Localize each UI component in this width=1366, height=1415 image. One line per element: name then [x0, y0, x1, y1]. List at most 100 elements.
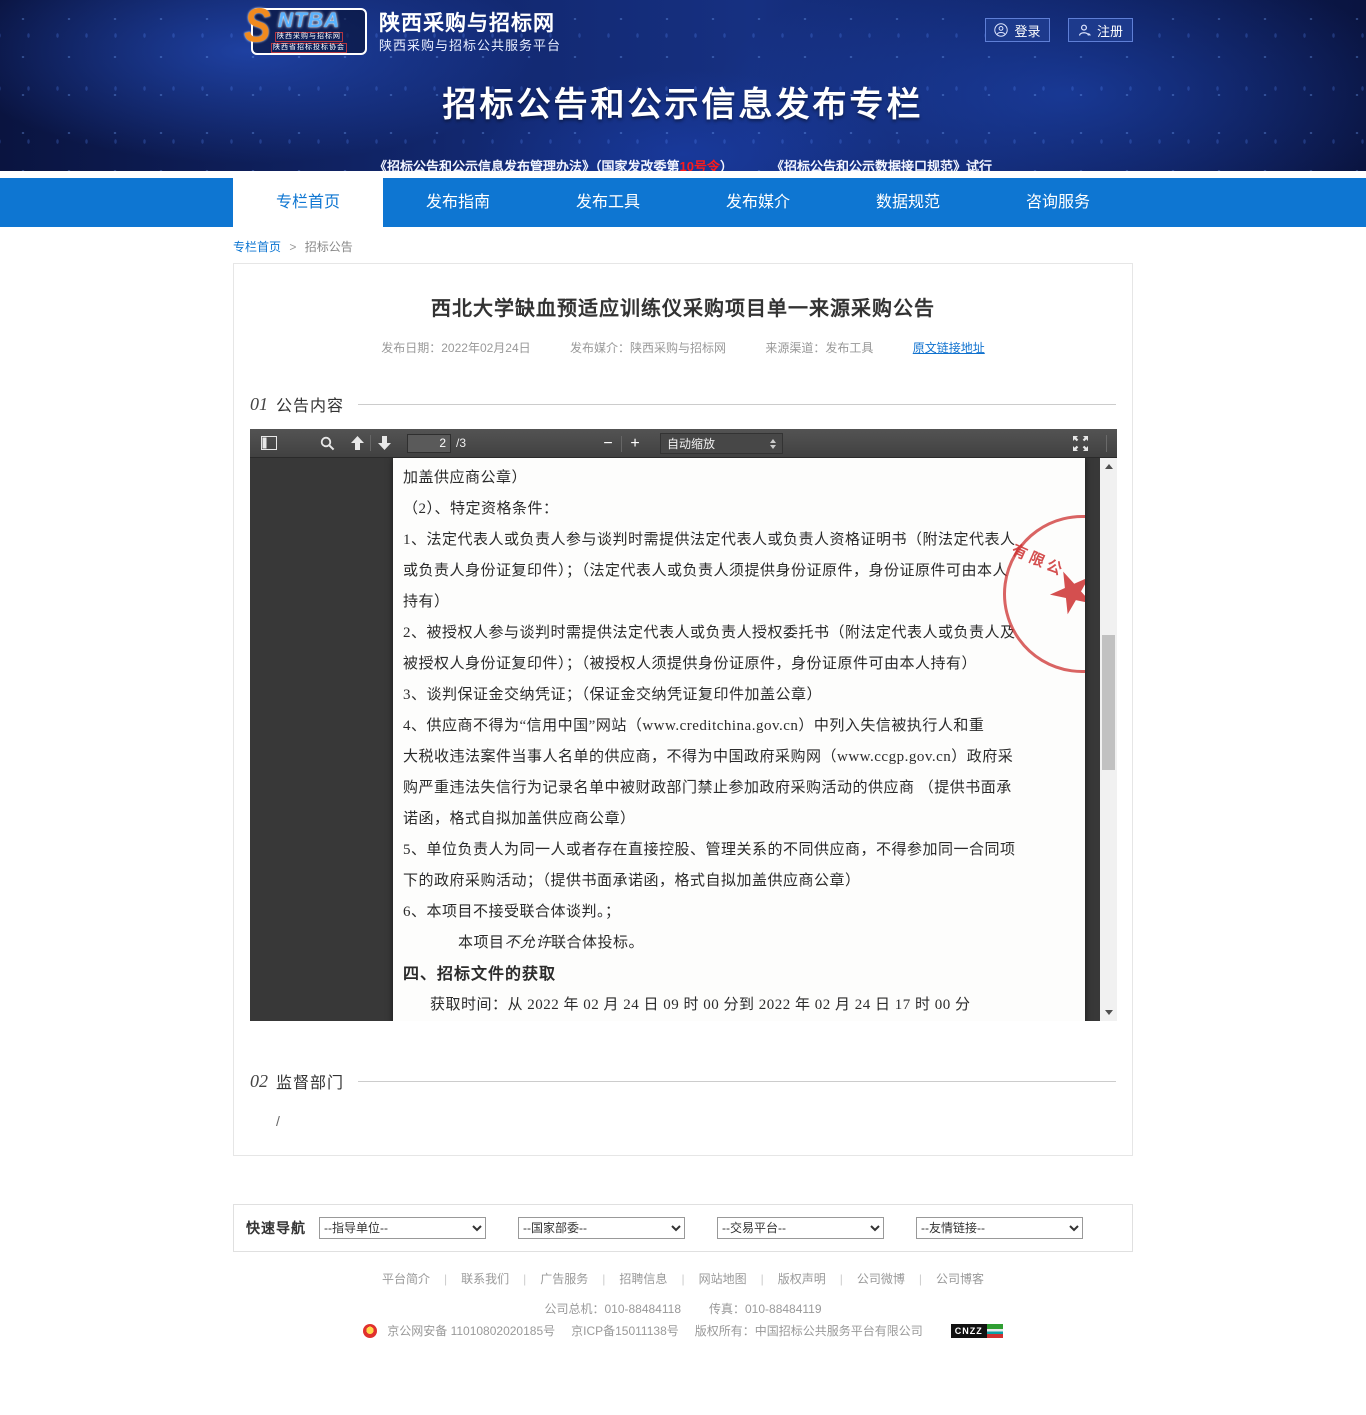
nav-tabs: 专栏首页发布指南发布工具发布媒介数据规范咨询服务 — [233, 178, 1133, 227]
meta-publish-date: 发布日期：2022年02月24日 — [381, 341, 530, 355]
register-label: 注册 — [1097, 21, 1123, 40]
nav-tab-专栏首页[interactable]: 专栏首页 — [233, 178, 383, 232]
banner-title: 招标公告和公示信息发布专栏 — [233, 77, 1133, 126]
banner-note-left-post: ） — [720, 159, 733, 171]
pdf-zoom-out-button[interactable]: − — [595, 431, 621, 456]
footer-link-联系我们[interactable]: 联系我们 — [461, 1270, 509, 1287]
article-title: 西北大学缺血预适应训练仪采购项目单一来源采购公告 — [250, 264, 1116, 321]
supervision-value: / — [276, 1113, 1116, 1129]
pdf-text-line: 1、法定代表人或负责人参与谈判时需提供法定代表人或负责人资格证明书（附法定代表人 — [393, 525, 1085, 556]
login-label: 登录 — [1014, 21, 1040, 40]
pdf-text-line: 获取时间：从 2022 年 02 月 24 日 09 时 00 分到 2022 … — [393, 990, 1085, 1021]
quick-nav-select[interactable]: --友情链接-- — [916, 1217, 1083, 1239]
pdf-scrollbar — [1100, 458, 1117, 1021]
pdf-zoom-value: 自动缩放 — [667, 435, 770, 452]
toolbar-separator — [1106, 435, 1107, 452]
site-subtitle: 陕西采购与招标公共服务平台 — [379, 37, 561, 55]
banner-note-right: 《招标公告和公示数据接口规范》试行 — [771, 159, 992, 171]
nav-tab-发布指南[interactable]: 发布指南 — [383, 178, 533, 227]
pdf-text-line: 5、单位负责人为同一人或者存在直接控股、管理关系的不同供应商，不得参加同一合同项 — [393, 835, 1085, 866]
footer-link-广告服务[interactable]: 广告服务 — [540, 1270, 588, 1287]
nav-tab-咨询服务[interactable]: 咨询服务 — [983, 178, 1133, 227]
pdf-page-text: 加盖供应商公章）（2）、特定资格条件：1、法定代表人或负责人参与谈判时需提供法定… — [393, 463, 1085, 1021]
logo-s-swoosh-icon: S — [244, 2, 271, 50]
select-arrows-icon — [770, 439, 776, 449]
pdf-page-down-button[interactable] — [371, 431, 397, 456]
footer-link-平台简介[interactable]: 平台简介 — [382, 1270, 430, 1287]
quick-nav-selects: --指导单位-- --国家部委-- --交易平台-- --友情链接-- — [306, 1217, 1083, 1239]
pdf-page-number-input[interactable] — [407, 434, 451, 453]
site-logo[interactable]: S NTBA 陕西采购与招标网 陕西省招标投标协会 陕西采购与招标网 陕西采购与… — [251, 8, 561, 55]
banner-note: 《招标公告和公示信息发布管理办法》（国家发改委第10号令）《招标公告和公示数据接… — [233, 156, 1133, 171]
footer-link-版权声明[interactable]: 版权声明 — [778, 1270, 826, 1287]
footer-copyright-row: 京公网安备 11010802020185号 京ICP备15011138号 版权所… — [0, 1322, 1366, 1339]
scrollbar-down-arrow[interactable] — [1100, 1004, 1117, 1021]
breadcrumb-home-link[interactable]: 专栏首页 — [233, 240, 281, 254]
pdf-viewer: /3 − + 自动缩放 — [250, 429, 1117, 1021]
quick-nav-box: 快速导航 --指导单位-- --国家部委-- --交易平台-- --友情链接-- — [233, 1204, 1133, 1252]
footer-phone: 公司总机：010-88484118 — [544, 1302, 681, 1316]
pdf-text-line: 6、本项目不接受联合体谈判。； — [393, 897, 1085, 928]
footer-link-separator: | — [761, 1272, 764, 1286]
pdf-text-line: 大税收违法案件当事人名单的供应商，不得为中国政府采购网（www.ccgp.gov… — [393, 742, 1085, 773]
banner-note-left-pre: 《招标公告和公示信息发布管理办法》（国家发改委第 — [374, 159, 680, 171]
quick-nav-select[interactable]: --交易平台-- — [717, 1217, 884, 1239]
logo-badge-line1: 陕西采购与招标网 — [275, 32, 343, 42]
pdf-zoom-select[interactable]: 自动缩放 — [660, 433, 783, 454]
quick-nav-select[interactable]: --指导单位-- — [319, 1217, 486, 1239]
nav-tab-发布媒介[interactable]: 发布媒介 — [683, 178, 833, 227]
pdf-text-line: 本项目不允许联合体投标。 — [393, 928, 1085, 959]
meta-media: 发布媒介：陕西采购与招标网 — [570, 341, 726, 355]
police-record-link[interactable]: 京公网安备 11010802020185号 — [387, 1322, 555, 1339]
scrollbar-thumb[interactable] — [1102, 635, 1115, 770]
content-box: 西北大学缺血预适应训练仪采购项目单一来源采购公告 发布日期：2022年02月24… — [233, 263, 1133, 1156]
quick-nav-label: 快速导航 — [246, 1218, 306, 1238]
breadcrumb-separator: > — [289, 240, 296, 254]
footer-links: 平台简介|联系我们|广告服务|招聘信息|网站地图|版权声明|公司微博|公司博客 — [0, 1270, 1366, 1287]
section-supervision-title: 监督部门 — [276, 1069, 344, 1093]
footer-fax: 传真：010-88484119 — [709, 1302, 822, 1316]
cnzz-label: CNZZ — [951, 1324, 987, 1338]
logo-badge: S NTBA 陕西采购与招标网 陕西省招标投标协会 — [251, 8, 367, 55]
icp-record-link[interactable]: 京ICP备15011138号 — [571, 1322, 679, 1339]
breadcrumb: 专栏首页 > 招标公告 — [233, 238, 1133, 256]
footer-link-separator: | — [602, 1272, 605, 1286]
pdf-text-line: 加盖供应商公章） — [393, 463, 1085, 494]
pdf-text-line: 购严重违法失信行为记录名单中被财政部门禁止参加政府采购活动的供应商 （提供书面承 — [393, 773, 1085, 804]
quick-nav-select[interactable]: --国家部委-- — [518, 1217, 685, 1239]
section-supervision-number: 02 — [250, 1071, 268, 1092]
pdf-zoom-in-button[interactable]: + — [622, 431, 648, 456]
register-button[interactable]: 注册 — [1068, 18, 1133, 42]
pdf-text-line: 2、被授权人参与谈判时需提供法定代表人或负责人授权委托书（附法定代表人或负责人及 — [393, 618, 1085, 649]
pdf-text-line: 3、谈判保证金交纳凭证；（保证金交纳凭证复印件加盖公章） — [393, 680, 1085, 711]
logo-acronym: NTBA — [278, 10, 340, 31]
footer-link-separator: | — [523, 1272, 526, 1286]
section-content-number: 01 — [250, 394, 268, 415]
original-link[interactable]: 原文链接地址 — [913, 341, 985, 355]
nav-tab-发布工具[interactable]: 发布工具 — [533, 178, 683, 227]
pdf-document-area: 加盖供应商公章）（2）、特定资格条件：1、法定代表人或负责人参与谈判时需提供法定… — [250, 458, 1117, 1021]
meta-source: 来源渠道：发布工具 — [765, 341, 873, 355]
footer-link-公司博客[interactable]: 公司博客 — [936, 1270, 984, 1287]
pdf-presentation-mode-button[interactable] — [1067, 431, 1093, 456]
section-content-title: 公告内容 — [276, 392, 344, 416]
footer-link-网站地图[interactable]: 网站地图 — [699, 1270, 747, 1287]
nav-tab-数据规范[interactable]: 数据规范 — [833, 178, 983, 227]
cnzz-stats-badge[interactable]: CNZZ — [951, 1324, 1003, 1338]
pdf-text-line: 四、招标文件的获取 — [393, 959, 1085, 990]
pdf-search-button[interactable] — [314, 431, 340, 456]
pdf-page: 加盖供应商公章）（2）、特定资格条件：1、法定代表人或负责人参与谈判时需提供法定… — [393, 458, 1085, 1021]
scrollbar-up-arrow[interactable] — [1100, 458, 1117, 475]
register-user-icon — [1078, 24, 1091, 37]
login-button[interactable]: 登录 — [985, 18, 1050, 42]
footer-link-separator: | — [919, 1272, 922, 1286]
footer-link-公司微博[interactable]: 公司微博 — [857, 1270, 905, 1287]
pdf-sidebar-toggle-button[interactable] — [256, 431, 282, 456]
footer-copyright: 版权所有：中国招标公共服务平台有限公司 — [695, 1322, 923, 1339]
main-nav: 专栏首页发布指南发布工具发布媒介数据规范咨询服务 — [0, 178, 1366, 227]
section-divider — [358, 404, 1116, 405]
site-title: 陕西采购与招标网 — [379, 11, 561, 37]
site-header: S NTBA 陕西采购与招标网 陕西省招标投标协会 陕西采购与招标网 陕西采购与… — [0, 0, 1366, 171]
pdf-page-up-button[interactable] — [344, 431, 370, 456]
footer-link-招聘信息[interactable]: 招聘信息 — [619, 1270, 667, 1287]
